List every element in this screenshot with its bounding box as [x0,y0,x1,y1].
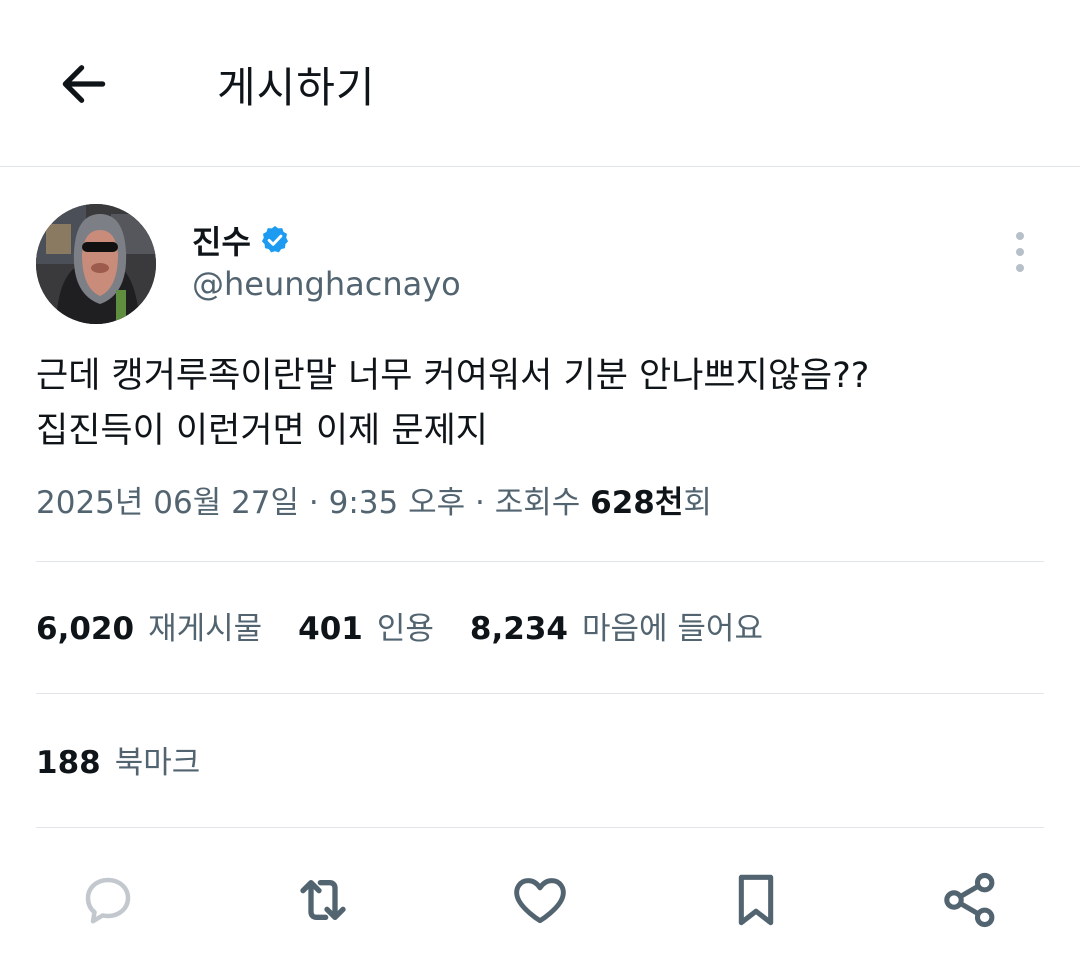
tweet-date[interactable]: 2025년 06월 27일 [36,485,299,521]
views-label: 조회수 [494,485,591,521]
arrow-left-icon [62,65,106,103]
likes-label: 마음에 들어요 [581,611,763,647]
back-button[interactable] [52,52,116,116]
bookmarks-label: 북마크 [114,745,201,781]
quotes-label: 인용 [376,611,434,647]
bookmark-stats: 188 북마크 [36,740,236,786]
bookmark-icon [738,874,774,926]
quotes-count: 401 [298,611,363,647]
divider [36,693,1044,694]
views-suffix: 회 [683,485,712,521]
tweet-time[interactable]: 9:35 오후 [329,485,466,521]
bookmarks-stat[interactable]: 188 북마크 [36,740,200,786]
share-button[interactable] [938,868,1002,932]
views-count: 628천 [590,485,684,521]
retweet-icon [300,880,346,920]
reply-icon [85,877,131,924]
tweet-meta: 2025년 06월 27일 · 9:35 오후 · 조회수 628천회 [36,480,712,526]
bookmarks-count: 188 [36,745,101,781]
author-name-row[interactable]: 진수 [192,216,291,264]
tweet-text: 근데 캥거루족이란말 너무 커여워서 기분 안나쁘지않음?? 집진득이 이런거면… [36,349,1046,459]
share-icon [944,872,995,928]
likes-count: 8,234 [469,611,568,647]
avatar-image [36,204,156,324]
like-button[interactable] [508,868,572,932]
meta-separator: · [465,485,495,521]
display-name[interactable]: 진수 [192,217,251,263]
divider [36,827,1044,828]
quotes-stat[interactable]: 401 인용 [298,606,434,652]
more-vertical-icon [1016,232,1024,272]
engagement-stats: 6,020 재게시물 401 인용 8,234 마음에 들어요 [36,606,799,652]
reply-button[interactable] [76,868,140,932]
retweets-label: 재게시물 [148,611,263,647]
tweet-text-line: 집진득이 이런거면 이제 문제지 [36,411,488,451]
bookmark-button[interactable] [724,868,788,932]
retweets-count: 6,020 [36,611,135,647]
likes-stat[interactable]: 8,234 마음에 들어요 [470,606,763,652]
meta-separator: · [299,485,329,521]
retweet-button[interactable] [291,868,355,932]
page-title: 게시하기 [217,63,376,112]
verified-badge-icon [261,226,288,253]
avatar[interactable] [36,204,156,324]
more-options-button[interactable] [1000,226,1040,278]
divider [36,561,1044,562]
top-bar: 게시하기 [0,0,1080,167]
retweets-stat[interactable]: 6,020 재게시물 [36,606,262,652]
tweet-text-line: 근데 캥거루족이란말 너무 커여워서 기분 안나쁘지않음?? [36,356,870,396]
author-handle[interactable]: @heunghacnayo [192,262,461,306]
heart-icon [514,878,566,924]
